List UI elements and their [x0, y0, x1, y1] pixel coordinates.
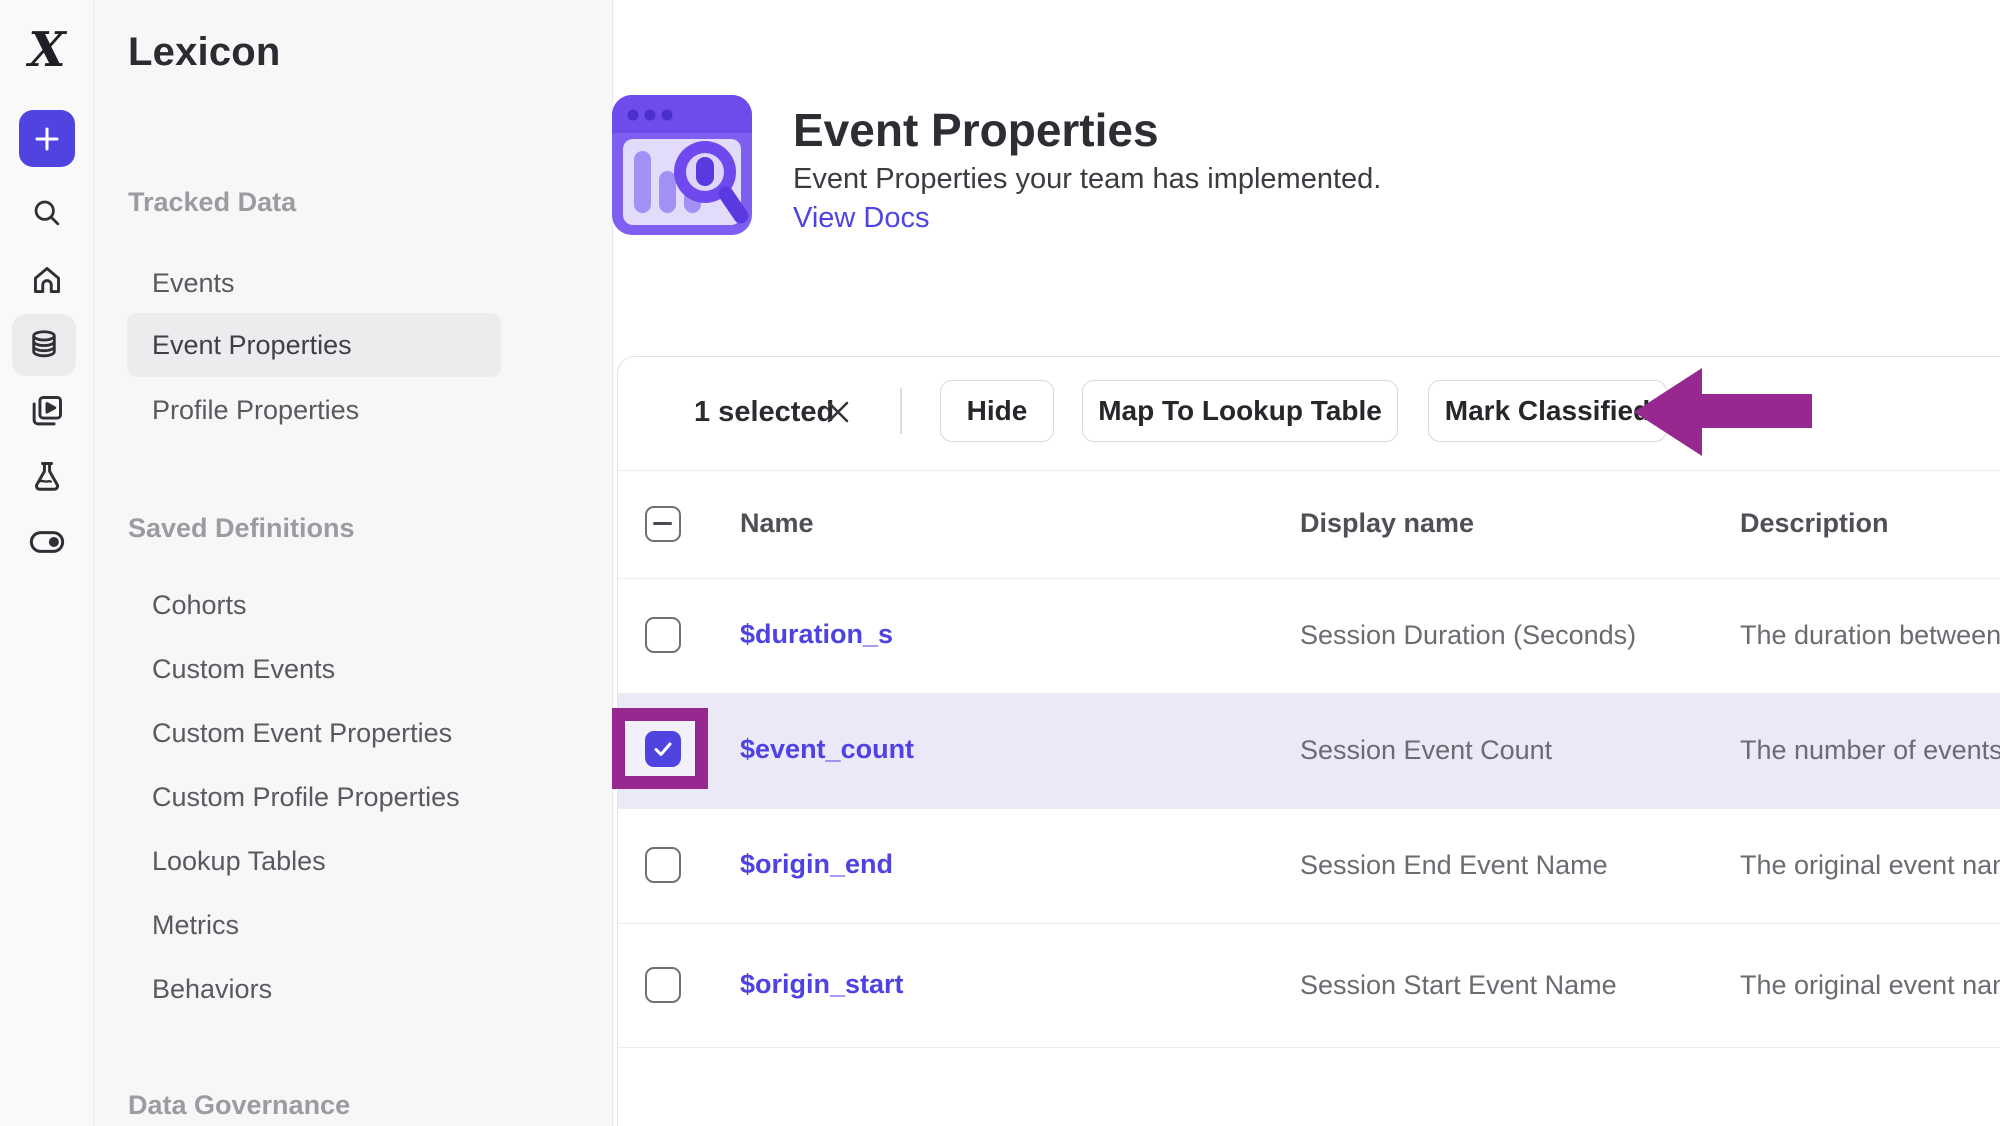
row-checkbox-origin-end[interactable] — [645, 847, 681, 883]
property-description: The original event name — [1740, 850, 2000, 881]
plus-icon — [32, 124, 62, 154]
property-display-name: Session Duration (Seconds) — [1300, 620, 1636, 651]
divider — [618, 578, 2000, 579]
database-icon — [27, 328, 61, 362]
mixpanel-logo-icon[interactable]: X — [0, 24, 93, 76]
divider — [618, 808, 2000, 809]
property-description: The number of events — [1740, 735, 2000, 766]
indeterminate-mark — [653, 522, 672, 526]
checkmark-icon — [651, 737, 675, 761]
icon-rail: X — [0, 0, 94, 1126]
property-description: The original event name — [1740, 970, 2000, 1001]
rail-item-data-selected[interactable] — [12, 314, 76, 376]
create-button[interactable] — [19, 110, 75, 167]
select-all-checkbox[interactable] — [645, 506, 681, 542]
page-subtitle: Event Properties your team has implement… — [793, 163, 1381, 196]
divider — [618, 693, 2000, 694]
page-title: Event Properties — [793, 103, 1159, 157]
property-name-link[interactable]: $event_count — [740, 734, 914, 765]
section-tracked-data: Tracked Data — [128, 182, 296, 222]
sidebar-item-custom-events[interactable]: Custom Events — [152, 649, 335, 689]
sidebar-title: Lexicon — [128, 30, 281, 75]
column-header-name[interactable]: Name — [740, 508, 814, 539]
selection-count: 1 selected — [694, 396, 834, 429]
sidebar: Lexicon Tracked Data Events Event Proper… — [94, 0, 613, 1126]
section-saved-definitions: Saved Definitions — [128, 508, 355, 548]
row-checkbox-event-count-checked[interactable] — [645, 731, 681, 767]
sidebar-item-lookup-tables[interactable]: Lookup Tables — [152, 841, 326, 881]
property-name-link[interactable]: $origin_start — [740, 969, 904, 1000]
hide-button[interactable]: Hide — [940, 380, 1054, 442]
toolbar-divider — [900, 388, 902, 434]
row-checkbox-origin-start[interactable] — [645, 967, 681, 1003]
sidebar-item-events[interactable]: Events — [152, 263, 235, 303]
column-header-display-name[interactable]: Display name — [1300, 508, 1474, 539]
sidebar-item-custom-profile-properties[interactable]: Custom Profile Properties — [152, 777, 460, 817]
sidebar-item-profile-properties[interactable]: Profile Properties — [152, 390, 359, 430]
clear-selection-icon[interactable] — [824, 398, 852, 426]
property-display-name: Session Event Count — [1300, 735, 1552, 766]
home-icon[interactable] — [0, 262, 93, 298]
boards-icon[interactable] — [0, 392, 93, 430]
sidebar-item-metrics[interactable]: Metrics — [152, 905, 239, 945]
lexicon-page: X — [0, 0, 2000, 1126]
annotation-arrow-icon — [1620, 358, 1820, 468]
sidebar-item-cohorts[interactable]: Cohorts — [152, 585, 247, 625]
divider — [618, 470, 2000, 471]
sidebar-item-custom-event-properties[interactable]: Custom Event Properties — [152, 713, 452, 753]
column-header-description[interactable]: Description — [1740, 508, 1889, 539]
property-display-name: Session End Event Name — [1300, 850, 1608, 881]
experiments-flask-icon[interactable] — [0, 458, 93, 496]
svg-text:X: X — [25, 24, 67, 76]
property-description: The duration between — [1740, 620, 2000, 651]
view-docs-link[interactable]: View Docs — [793, 202, 929, 235]
event-properties-app-icon — [612, 95, 752, 235]
divider — [618, 923, 2000, 924]
section-data-governance: Data Governance — [128, 1085, 350, 1125]
search-icon[interactable] — [0, 196, 93, 230]
map-to-lookup-table-button[interactable]: Map To Lookup Table — [1082, 380, 1398, 442]
property-name-link[interactable]: $origin_end — [740, 849, 893, 880]
feature-toggle-icon[interactable] — [0, 524, 93, 560]
property-name-link[interactable]: $duration_s — [740, 619, 893, 650]
row-checkbox-duration[interactable] — [645, 617, 681, 653]
sidebar-item-event-properties[interactable]: Event Properties — [152, 325, 352, 365]
property-display-name: Session Start Event Name — [1300, 970, 1617, 1001]
sidebar-item-behaviors[interactable]: Behaviors — [152, 969, 272, 1009]
divider — [618, 1047, 2000, 1048]
